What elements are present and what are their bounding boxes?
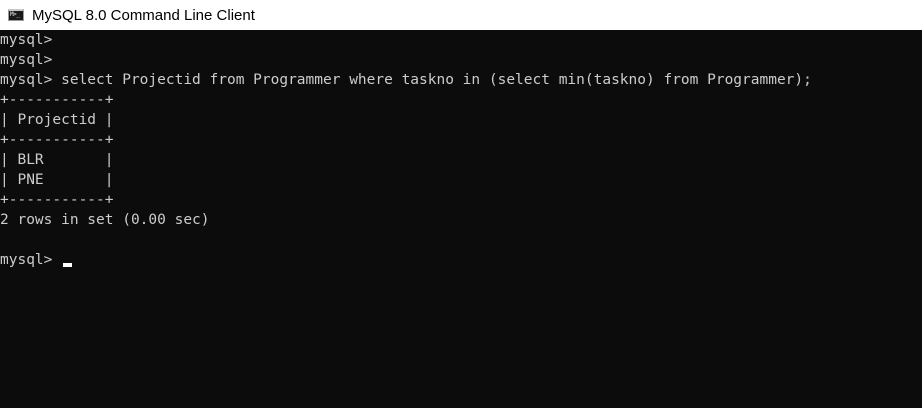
console-line: +-----------+ <box>0 192 114 208</box>
console-line: mysql> <box>0 52 53 68</box>
console-icon-glyph: M>_ <box>10 11 20 18</box>
console-output-area[interactable]: mysql> mysql> mysql> select Projectid fr… <box>0 30 922 408</box>
console-prompt-line[interactable]: mysql> <box>0 250 61 270</box>
window-title: MySQL 8.0 Command Line Client <box>32 6 255 24</box>
mysql-console-window: M>_ MySQL 8.0 Command Line Client mysql>… <box>0 0 922 408</box>
text-cursor <box>63 263 72 267</box>
console-line: | BLR | <box>0 152 114 168</box>
console-window-icon: M>_ <box>8 9 24 21</box>
console-line: +-----------+ <box>0 132 114 148</box>
console-line: mysql> select Projectid from Programmer … <box>0 72 812 88</box>
console-line: | Projectid | <box>0 112 114 128</box>
console-line: 2 rows in set (0.00 sec) <box>0 212 210 228</box>
console-line: | PNE | <box>0 172 114 188</box>
console-line: +-----------+ <box>0 92 114 108</box>
console-line: mysql> <box>0 32 53 48</box>
title-bar[interactable]: M>_ MySQL 8.0 Command Line Client <box>0 0 922 30</box>
